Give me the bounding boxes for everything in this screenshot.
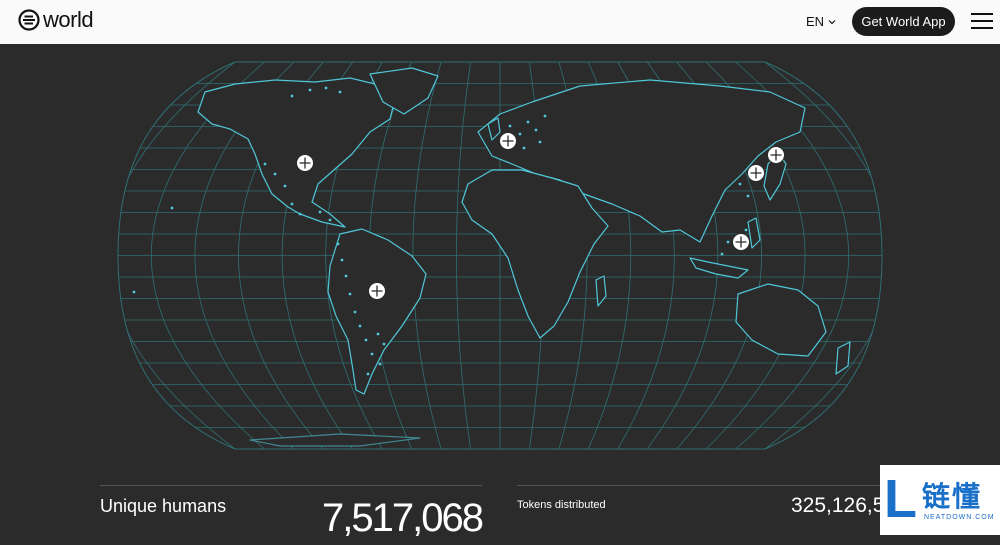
language-selector[interactable]: EN	[806, 14, 836, 29]
location-marker-north-america[interactable]	[296, 154, 314, 172]
indonesia-landmass	[689, 257, 749, 279]
top-nav: world EN Get World App	[0, 0, 1000, 44]
antarctica-fragment	[249, 433, 421, 447]
madagascar-landmass	[595, 275, 607, 307]
language-label: EN	[806, 14, 825, 29]
world-logo[interactable]: world	[18, 7, 94, 33]
location-marker-southeast-asia[interactable]	[732, 233, 750, 251]
tokens-distributed-label: Tokens distributed	[517, 499, 606, 511]
location-marker-south-america[interactable]	[368, 282, 386, 300]
get-world-app-button[interactable]: Get World App	[852, 7, 955, 36]
south-america-landmass	[327, 228, 427, 395]
location-marker-korea[interactable]	[747, 164, 765, 182]
unique-humans-stat: Unique humans 7,517,068	[100, 485, 484, 545]
unique-humans-label: Unique humans	[100, 496, 227, 516]
location-marker-japan[interactable]	[767, 146, 785, 164]
stats-section: Unique humans 7,517,068 Tokens distribut…	[0, 470, 1000, 540]
world-logo-icon	[18, 9, 40, 31]
north-america-landmass	[197, 77, 396, 228]
watermark-letter: L	[884, 469, 917, 529]
australia-landmass	[735, 283, 827, 357]
watermark-chinese-text: 链懂	[922, 481, 983, 512]
chevron-down-icon	[828, 19, 836, 24]
world-map	[117, 61, 883, 450]
continents	[197, 67, 851, 447]
tokens-distributed-stat: Tokens distributed 325,126,55	[517, 485, 897, 545]
unique-humans-value: 7,517,068	[322, 496, 484, 540]
watermark-domain-text: NEATDOWN.COM	[924, 514, 995, 521]
hamburger-menu-icon[interactable]	[971, 13, 993, 29]
location-marker-europe[interactable]	[499, 132, 517, 150]
watermark: L 链懂 NEATDOWN.COM	[880, 465, 1000, 535]
logo-text: world	[43, 7, 94, 32]
new-zealand-landmass	[835, 341, 851, 375]
